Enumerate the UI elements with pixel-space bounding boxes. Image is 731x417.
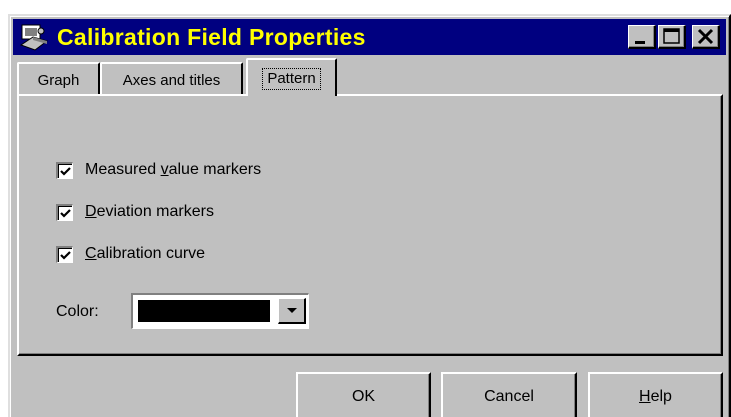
- minimize-icon: [635, 41, 645, 44]
- checkmark-icon: [60, 250, 71, 260]
- tab-axes-and-titles[interactable]: Axes and titles: [100, 62, 243, 94]
- maximize-icon: [663, 28, 680, 44]
- chevron-down-icon: [287, 308, 297, 313]
- dialog-window: Calibration Field Properties Graph Axes …: [8, 14, 731, 417]
- calibration-curve-checkbox[interactable]: [56, 245, 73, 263]
- calibration-curve-label: Calibration curve: [85, 245, 206, 262]
- minimize-button[interactable]: [628, 25, 656, 49]
- checkmark-icon: [60, 208, 71, 218]
- color-dropdown[interactable]: [131, 293, 309, 329]
- cancel-button[interactable]: Cancel: [441, 372, 577, 417]
- tab-axes-label: Axes and titles: [122, 72, 221, 89]
- deviation-markers-checkbox[interactable]: [56, 203, 73, 221]
- pattern-panel: [17, 94, 723, 356]
- app-icon: [19, 24, 49, 51]
- color-dropdown-button[interactable]: [278, 298, 306, 324]
- close-icon: [697, 28, 714, 45]
- ok-button[interactable]: OK: [296, 372, 431, 417]
- tab-pattern-label: Pattern: [262, 68, 321, 90]
- close-button[interactable]: [692, 25, 720, 49]
- tab-pattern[interactable]: Pattern: [246, 58, 337, 96]
- color-swatch: [138, 300, 270, 322]
- measured-value-markers-option[interactable]: Measured value markers: [56, 160, 261, 180]
- maximize-button[interactable]: [658, 25, 686, 49]
- help-button[interactable]: Help: [588, 372, 723, 417]
- checkmark-icon: [60, 166, 71, 176]
- deviation-markers-label: Deviation markers: [85, 203, 214, 220]
- deviation-markers-option[interactable]: Deviation markers: [56, 202, 214, 222]
- window-title: Calibration Field Properties: [57, 24, 366, 50]
- tab-graph[interactable]: Graph: [17, 62, 100, 94]
- measured-value-markers-checkbox[interactable]: [56, 161, 73, 179]
- calibration-curve-option[interactable]: Calibration curve: [56, 244, 205, 264]
- tab-graph-label: Graph: [37, 72, 80, 89]
- title-bar[interactable]: Calibration Field Properties: [13, 19, 726, 55]
- color-label: Color:: [56, 303, 99, 320]
- measured-value-markers-label: Measured value markers: [85, 161, 262, 178]
